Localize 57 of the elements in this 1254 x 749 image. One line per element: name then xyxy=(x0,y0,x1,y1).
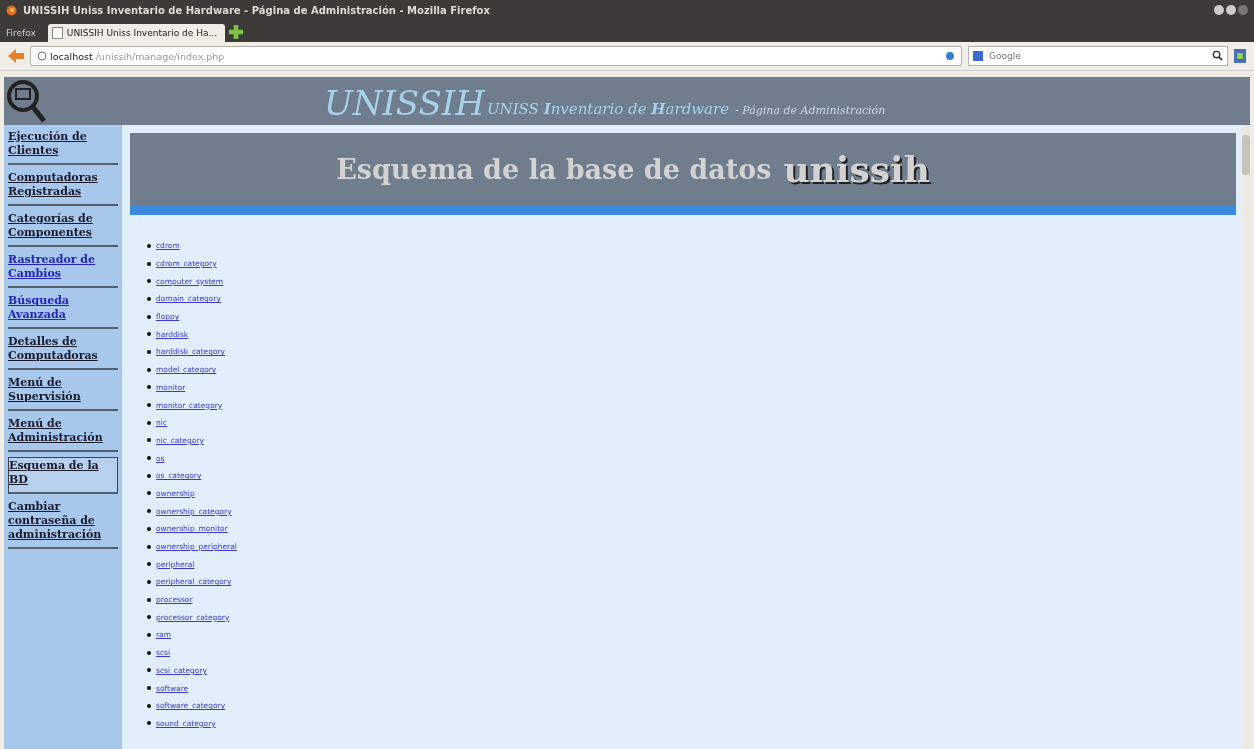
bullet-icon xyxy=(147,597,151,602)
bullet-icon xyxy=(147,544,151,549)
bullet-icon xyxy=(147,403,151,408)
bullet-icon xyxy=(147,420,151,425)
bullet-icon xyxy=(147,615,151,620)
minimize-icon[interactable] xyxy=(1214,5,1224,15)
bullet-icon xyxy=(147,332,151,337)
sidebar-link[interactable]: Cambiar contraseña de administración xyxy=(8,499,118,549)
sidebar-link[interactable]: Ejecución de Clientes xyxy=(8,129,118,165)
site-subtitle: UNISS Inventario de Hardware xyxy=(486,100,730,118)
bullet-icon xyxy=(147,473,151,478)
bullet-icon xyxy=(147,579,151,584)
bullet-icon xyxy=(147,632,151,637)
address-field[interactable]: localhost /unissih/manage/index.php xyxy=(30,46,962,66)
sidebar-link[interactable]: Categorías de Componentes xyxy=(8,211,118,247)
sidebar-link[interactable]: Menú de Supervisión xyxy=(8,375,118,411)
bullet-icon xyxy=(147,314,151,319)
bullet-icon xyxy=(147,261,151,266)
banner-title: Esquema de la base de datos xyxy=(336,153,772,185)
bullet-icon xyxy=(147,509,151,514)
back-icon[interactable] xyxy=(8,49,24,63)
bullet-icon xyxy=(147,491,151,496)
bullet-icon xyxy=(147,686,151,691)
bullet-icon xyxy=(147,243,151,248)
sidebar-link[interactable]: Detalles de Computadoras xyxy=(8,334,118,370)
sidebar-link[interactable]: Computadoras Registradas xyxy=(8,170,118,206)
new-tab-icon[interactable] xyxy=(229,25,244,39)
bullet-icon xyxy=(147,367,151,372)
bullet-icon xyxy=(147,721,151,726)
sidebar-link[interactable]: Esquema de la BD xyxy=(8,457,118,494)
bullet-icon xyxy=(147,279,151,284)
database-name: unissih xyxy=(783,148,930,190)
bullet-icon xyxy=(147,296,151,301)
site-subtitle-tail: - Página de Administración xyxy=(735,104,886,117)
sidebar-link[interactable]: Menú de Administración xyxy=(8,416,118,452)
bullet-icon xyxy=(147,703,151,708)
bullet-icon xyxy=(147,668,151,673)
window-title: UNISSIH Uniss Inventario de Hardware - Página de Administración - Mozilla Firefox xyxy=(23,4,490,16)
addon-icon[interactable] xyxy=(1234,49,1246,63)
sidebar-link[interactable]: Búsqueda Avanzada xyxy=(8,293,118,329)
search-icon[interactable] xyxy=(1212,50,1223,61)
bullet-icon xyxy=(147,650,151,655)
scrollbar[interactable] xyxy=(1242,125,1250,749)
search-field[interactable]: Google xyxy=(968,46,1228,66)
magnifier-icon xyxy=(6,79,46,123)
bullet-icon xyxy=(147,456,151,461)
firefox-menu-button[interactable]: Firefox xyxy=(6,28,44,42)
browser-logo-icon xyxy=(6,4,17,16)
maximize-icon[interactable] xyxy=(1226,5,1236,15)
bullet-icon xyxy=(147,385,151,390)
bullet-icon xyxy=(147,438,151,443)
bullet-icon xyxy=(147,349,151,354)
site-logo-text: UNISSIH xyxy=(324,85,485,121)
browser-tab[interactable]: UNISSIH Uniss Inventario de Ha... xyxy=(47,24,226,42)
bullet-icon xyxy=(147,526,151,531)
sidebar-link[interactable]: Rastreador de Cambios xyxy=(8,252,118,288)
bullet-icon xyxy=(147,562,151,567)
